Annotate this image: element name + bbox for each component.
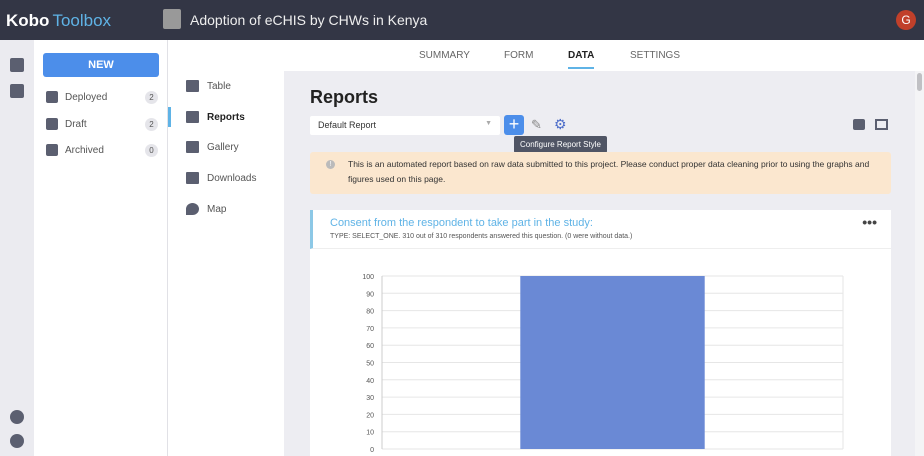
y-tick-label: 10 xyxy=(366,430,374,437)
project-tabs: SUMMARY FORM DATA SETTINGS xyxy=(168,40,924,71)
y-tick-label: 40 xyxy=(366,378,374,385)
alert-banner: !This is an automated report based on ra… xyxy=(310,152,891,194)
project-icon xyxy=(163,9,181,29)
image-icon xyxy=(186,141,199,153)
draft-icon xyxy=(46,118,58,130)
avatar[interactable]: G xyxy=(896,10,916,30)
subnav-table[interactable]: Table xyxy=(168,76,284,96)
question-title: Consent from the respondent to take part… xyxy=(330,217,593,229)
y-tick-label: 70 xyxy=(366,326,374,333)
subnav-reports[interactable]: Reports xyxy=(168,107,284,127)
library-icon[interactable] xyxy=(10,84,24,98)
tab-data[interactable]: DATA xyxy=(568,50,594,69)
count-badge: 2 xyxy=(145,118,158,131)
gear-icon[interactable]: ⚙ xyxy=(554,116,567,133)
y-tick-label: 20 xyxy=(366,412,374,419)
y-tick-label: 30 xyxy=(366,395,374,402)
icon-rail xyxy=(0,40,34,456)
y-tick-label: 50 xyxy=(366,361,374,368)
tab-summary[interactable]: SUMMARY xyxy=(419,50,470,61)
sidebar-item-draft[interactable]: Draft2 xyxy=(46,114,158,134)
report-card: Consent from the respondent to take part… xyxy=(310,210,891,456)
question-subtitle: TYPE: SELECT_ONE. 310 out of 310 respond… xyxy=(330,233,632,240)
subnav-downloads[interactable]: Downloads xyxy=(168,168,284,188)
more-options-icon[interactable]: ••• xyxy=(862,214,877,230)
page-title: Reports xyxy=(310,87,378,108)
archive-icon xyxy=(46,144,58,156)
count-badge: 0 xyxy=(145,144,158,157)
count-badge: 2 xyxy=(145,91,158,104)
print-icon[interactable] xyxy=(853,119,865,130)
y-tick-label: 0 xyxy=(370,447,374,454)
chevron-down-icon: ▼ xyxy=(485,120,492,127)
kobotoolbox-logo[interactable]: KoboToolbox xyxy=(6,11,111,31)
map-pin-icon xyxy=(186,203,199,215)
edit-icon[interactable]: ✎ xyxy=(531,117,542,133)
projects-icon[interactable] xyxy=(10,58,24,72)
top-bar: KoboToolbox Adoption of eCHIS by CHWs in… xyxy=(0,0,924,40)
fullscreen-icon[interactable] xyxy=(875,119,888,130)
scrollbar[interactable] xyxy=(915,71,924,456)
tooltip: Configure Report Style xyxy=(514,136,607,153)
table-icon xyxy=(186,80,199,92)
warning-icon: ! xyxy=(326,160,335,169)
new-button[interactable]: NEW xyxy=(43,53,159,77)
tab-form[interactable]: FORM xyxy=(504,50,533,61)
data-subnav: Table Reports Gallery Downloads Map xyxy=(168,71,284,456)
sidebar-item-archived[interactable]: Archived0 xyxy=(46,140,158,160)
bar-chart-icon xyxy=(186,111,199,123)
bar-chart: 0 10 20 30 40 50 60 70 80 90 100 xyxy=(310,250,891,456)
y-tick-label: 60 xyxy=(366,343,374,350)
github-icon[interactable] xyxy=(10,434,24,448)
tab-settings[interactable]: SETTINGS xyxy=(630,50,680,61)
help-icon[interactable] xyxy=(10,410,24,424)
y-tick-label: 100 xyxy=(362,274,374,281)
rocket-icon xyxy=(46,91,58,103)
y-tick-label: 80 xyxy=(366,309,374,316)
report-select[interactable]: Default Report▼ xyxy=(310,116,500,135)
sidebar-item-deployed[interactable]: Deployed2 xyxy=(46,87,158,107)
question-header: Consent from the respondent to take part… xyxy=(310,210,891,249)
y-tick-label: 90 xyxy=(366,291,374,298)
scrollbar-thumb[interactable] xyxy=(917,73,922,91)
bar-yes[interactable] xyxy=(520,276,704,449)
add-report-button[interactable]: + xyxy=(504,115,524,135)
subnav-gallery[interactable]: Gallery xyxy=(168,137,284,157)
subnav-map[interactable]: Map xyxy=(168,199,284,219)
download-icon xyxy=(186,172,199,184)
sidebar: NEW Deployed2 Draft2 Archived0 xyxy=(34,40,168,456)
project-title: Adoption of eCHIS by CHWs in Kenya xyxy=(190,12,427,28)
